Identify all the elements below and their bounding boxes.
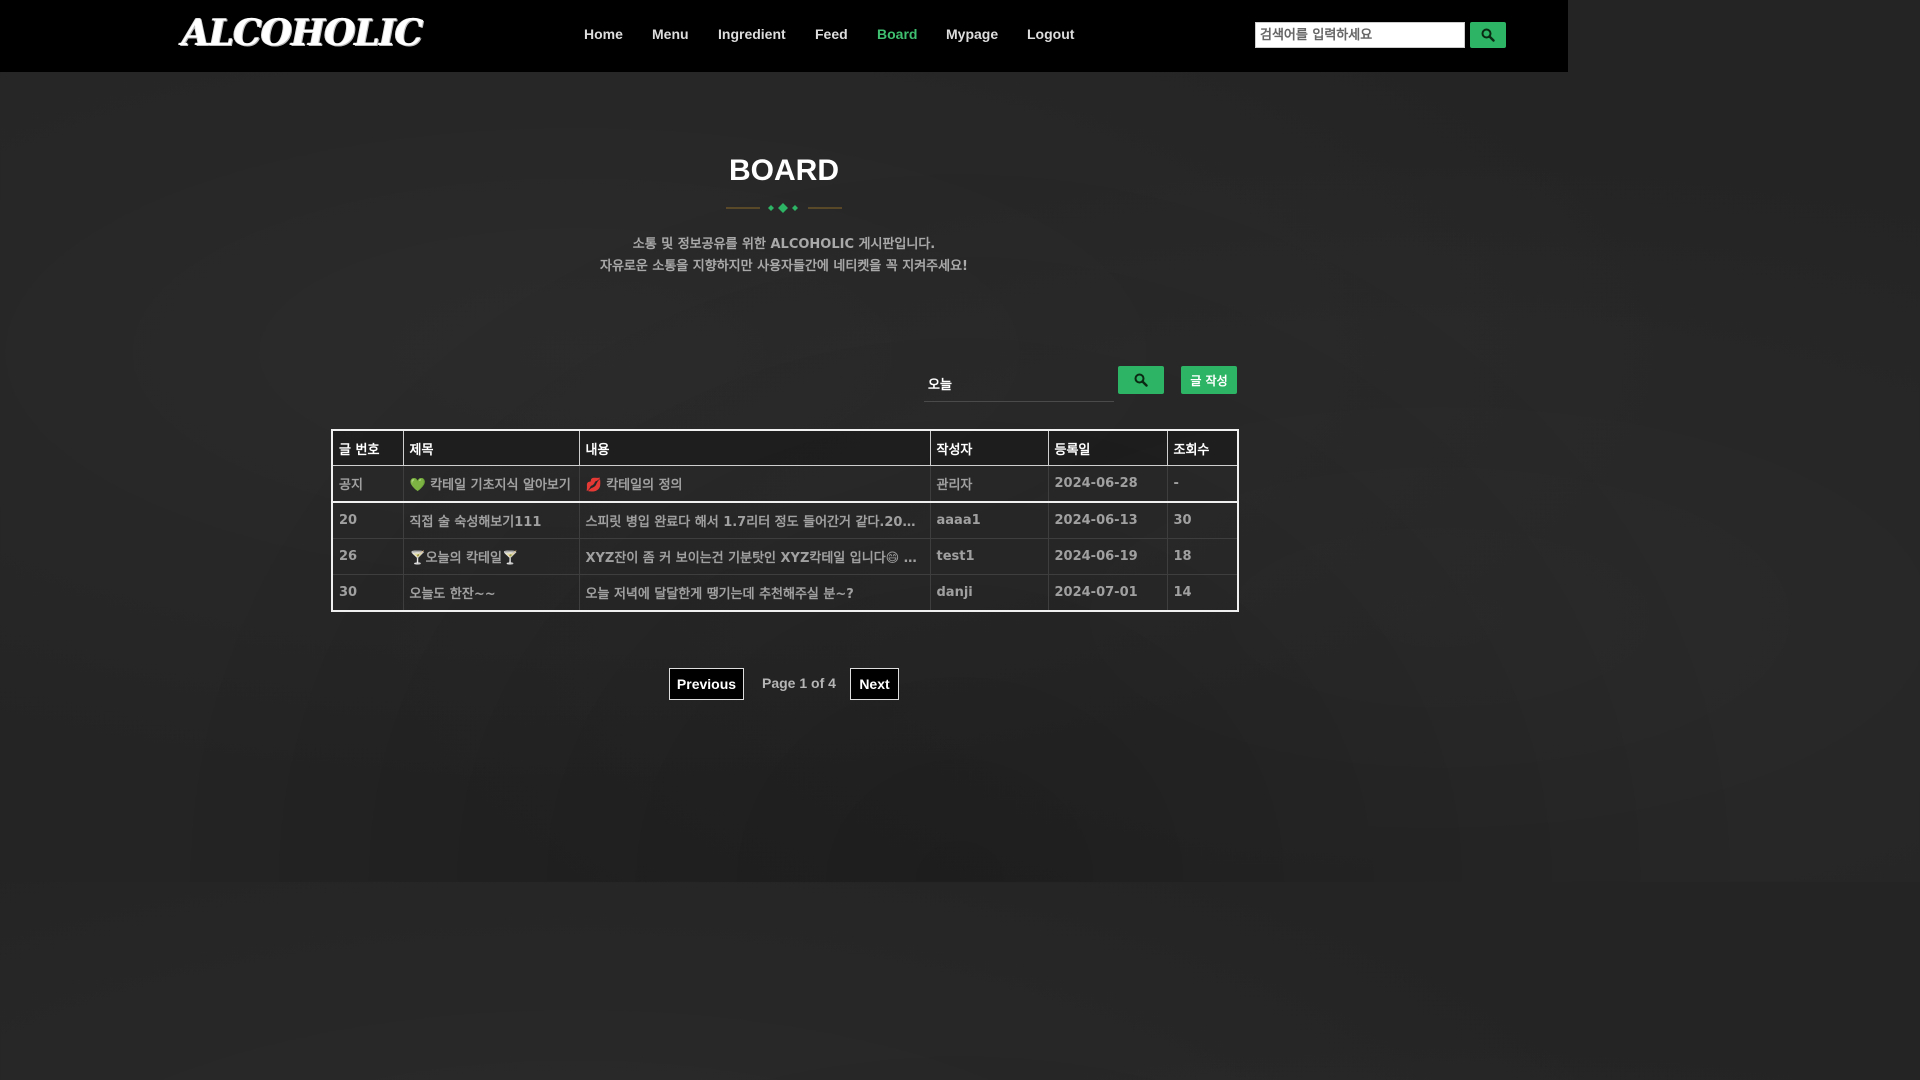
- cell-content[interactable]: 오늘 저녁에 달달한게 땡기는데 추천해주실 분~?: [579, 574, 931, 612]
- cell-title[interactable]: 직접 술 숙성해보기111: [403, 502, 580, 539]
- cell-no: 30: [332, 574, 404, 612]
- write-post-button[interactable]: 글 작성: [1181, 366, 1237, 394]
- cell-title[interactable]: 🍸오늘의 칵테일🍸: [403, 538, 580, 575]
- header-content: 내용: [578, 429, 931, 466]
- board-search-button[interactable]: [1118, 366, 1164, 394]
- cell-content[interactable]: XYZ잔이 좀 커 보이는건 기분탓인 XYZ칵테일 입니다😄 새로운: [579, 538, 931, 575]
- header-date: 등록일: [1047, 429, 1168, 466]
- table-row[interactable]: 30 오늘도 한잔~~ 오늘 저녁에 달달한게 땡기는데 추천해주실 분~? d…: [332, 574, 1238, 612]
- cell-author: danji: [930, 574, 1049, 612]
- cell-author: test1: [930, 538, 1049, 575]
- top-navbar: ALCOHOLIC Home Menu Ingredient Feed Boar…: [0, 0, 1568, 72]
- title-divider: [726, 203, 842, 213]
- cell-no: 20: [332, 502, 404, 539]
- table-header-row: 글 번호 제목 내용 작성자 등록일 조회수: [331, 429, 1239, 466]
- cell-no: 공지: [332, 465, 404, 503]
- header-search-button[interactable]: [1470, 22, 1506, 48]
- cell-no: 26: [332, 538, 404, 575]
- table-row[interactable]: 20 직접 술 숙성해보기111 스피릿 병입 완료다 해서 1.7리터 정도 …: [332, 502, 1238, 539]
- header-search-input[interactable]: [1255, 22, 1465, 48]
- header-title: 제목: [402, 429, 580, 466]
- cell-date: 2024-06-28: [1048, 465, 1168, 503]
- page-title: BOARD: [729, 154, 839, 187]
- table-row[interactable]: 26 🍸오늘의 칵테일🍸 XYZ잔이 좀 커 보이는건 기분탓인 XYZ칵테일 …: [332, 538, 1238, 575]
- board-search-input[interactable]: [924, 366, 1114, 402]
- header-views: 조회수: [1166, 429, 1239, 466]
- cell-views: -: [1167, 465, 1238, 503]
- cell-content[interactable]: 스피릿 병입 완료다 해서 1.7리터 정도 들어간거 같다.2022.09: [579, 502, 931, 539]
- nav-menu[interactable]: Menu: [652, 26, 689, 42]
- cell-date: 2024-06-19: [1048, 538, 1168, 575]
- cell-views: 18: [1167, 538, 1238, 575]
- search-icon: [1134, 373, 1148, 387]
- search-icon: [1481, 28, 1495, 42]
- cell-views: 30: [1167, 502, 1238, 539]
- nav-board[interactable]: Board: [877, 26, 917, 42]
- cell-content[interactable]: 💋 칵테일의 정의: [579, 465, 931, 503]
- nav-mypage[interactable]: Mypage: [946, 26, 998, 42]
- previous-page-button[interactable]: Previous: [669, 668, 744, 700]
- next-page-button[interactable]: Next: [850, 668, 899, 700]
- nav-feed[interactable]: Feed: [815, 26, 848, 42]
- nav-home[interactable]: Home: [584, 26, 623, 42]
- cell-author: aaaa1: [930, 502, 1049, 539]
- header-no: 글 번호: [331, 429, 404, 466]
- page-indicator: Page 1 of 4: [762, 675, 836, 691]
- cell-date: 2024-07-01: [1048, 574, 1168, 612]
- cell-author: 관리자: [930, 465, 1049, 503]
- nav-ingredient[interactable]: Ingredient: [718, 26, 786, 42]
- cell-title[interactable]: 💚 칵테일 기초지식 알아보기: [403, 465, 580, 503]
- page-description-line1: 소통 및 정보공유를 위한 ALCOHOLIC 게시판입니다.: [632, 237, 936, 252]
- header-author: 작성자: [929, 429, 1049, 466]
- board-table: 글 번호 제목 내용 작성자 등록일 조회수 공지 💚 칵테일 기초지식 알아보…: [331, 429, 1239, 612]
- nav-logout[interactable]: Logout: [1027, 26, 1074, 42]
- page-description-line2: 자유로운 소통을 지향하지만 사용자들간에 네티켓을 꼭 지켜주세요!: [600, 259, 968, 274]
- cell-date: 2024-06-13: [1048, 502, 1168, 539]
- cell-views: 14: [1167, 574, 1238, 612]
- notice-row[interactable]: 공지 💚 칵테일 기초지식 알아보기 💋 칵테일의 정의 관리자 2024-06…: [332, 465, 1238, 503]
- cell-title[interactable]: 오늘도 한잔~~: [403, 574, 580, 612]
